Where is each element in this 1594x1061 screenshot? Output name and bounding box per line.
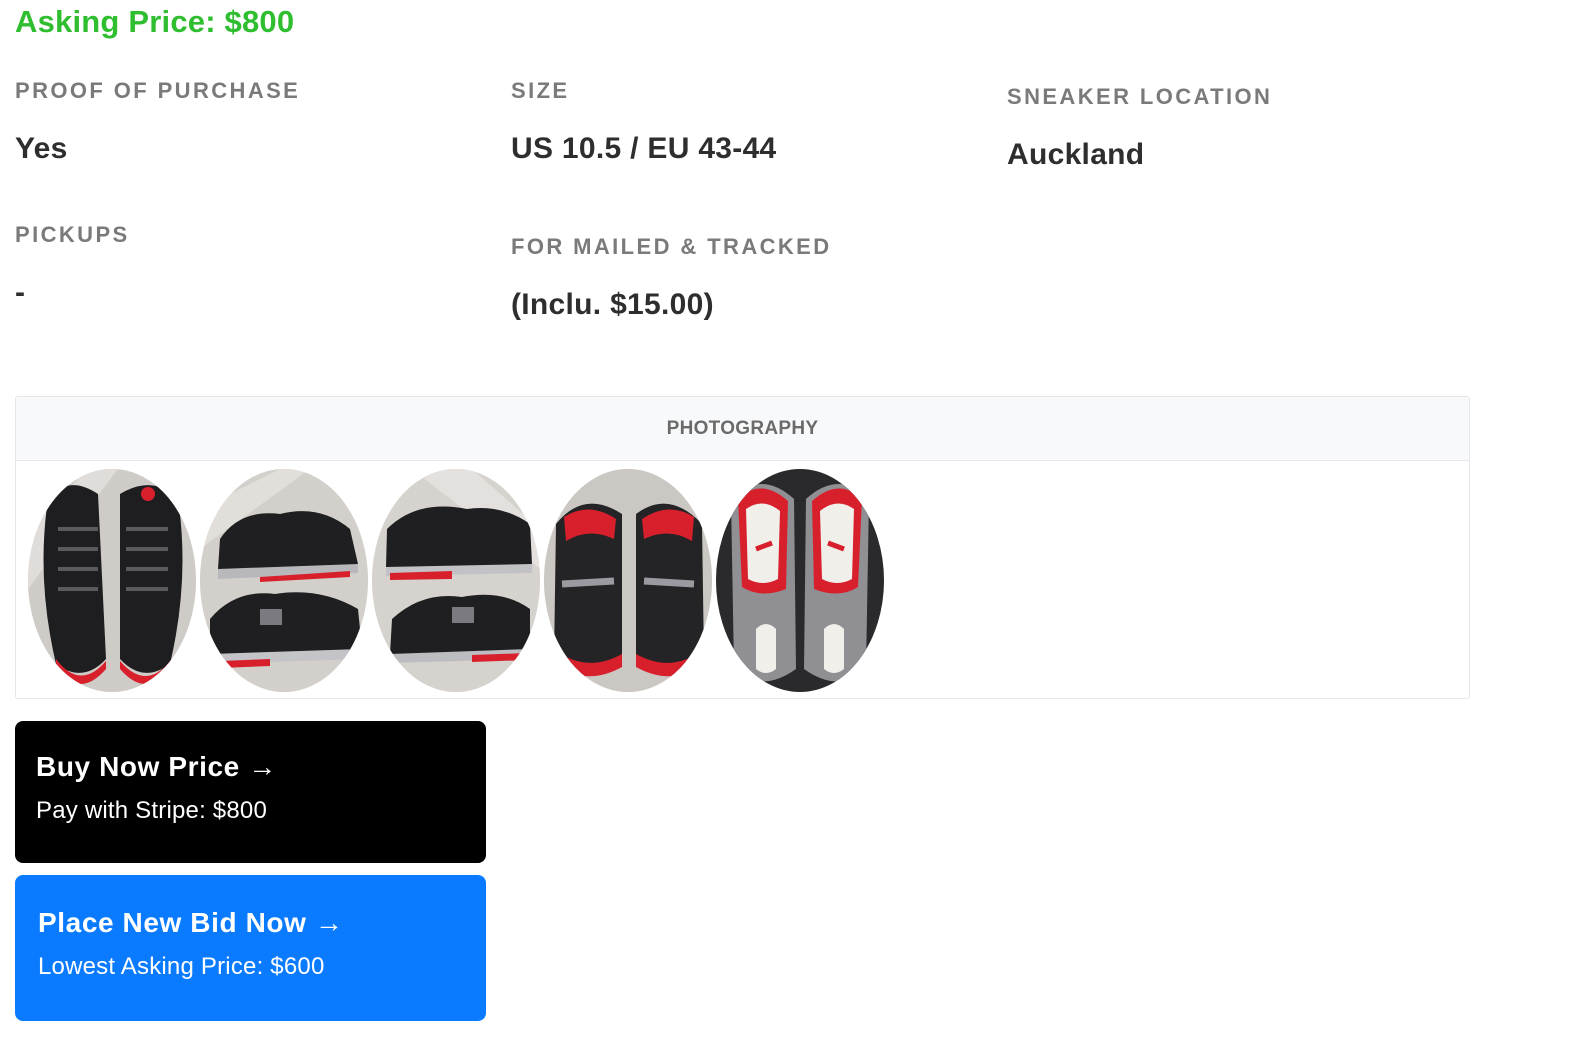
photo-gallery bbox=[28, 469, 884, 692]
photography-panel: PHOTOGRAPHY bbox=[15, 396, 1470, 699]
spec-pickups: PICKUPS - bbox=[15, 222, 130, 310]
sneakers-insole-view-photo[interactable] bbox=[716, 469, 884, 692]
place-bid-subtitle: Lowest Asking Price: $600 bbox=[38, 953, 325, 980]
buy-now-subtitle: Pay with Stripe: $800 bbox=[36, 797, 267, 824]
sneakers-side-view-2-photo[interactable] bbox=[372, 469, 540, 692]
sneakers-image bbox=[544, 469, 712, 692]
buy-now-button[interactable]: Buy Now Price → Pay with Stripe: $800 bbox=[15, 721, 486, 863]
spec-sneaker-location: SNEAKER LOCATION Auckland bbox=[1007, 84, 1272, 172]
sneakers-image bbox=[28, 469, 196, 692]
listing-page: Asking Price: $800 PROOF OF PURCHASE Yes… bbox=[0, 0, 1594, 1061]
sneakers-top-view-photo[interactable] bbox=[28, 469, 196, 692]
spec-label: FOR MAILED & TRACKED bbox=[511, 234, 832, 259]
sneakers-side-view-photo[interactable] bbox=[200, 469, 368, 692]
spec-value: US 10.5 / EU 43-44 bbox=[511, 132, 777, 165]
spec-value: (Inclu. $15.00) bbox=[511, 288, 714, 321]
spec-value: Auckland bbox=[1007, 138, 1145, 171]
spec-size: SIZE US 10.5 / EU 43-44 bbox=[511, 78, 777, 166]
spec-value: - bbox=[15, 276, 26, 309]
photography-title: PHOTOGRAPHY bbox=[16, 397, 1469, 461]
place-bid-button[interactable]: Place New Bid Now → Lowest Asking Price:… bbox=[15, 875, 486, 1021]
place-bid-title: Place New Bid Now → bbox=[38, 907, 344, 938]
spec-label: PICKUPS bbox=[15, 222, 130, 247]
sneakers-image bbox=[716, 469, 884, 692]
sneakers-image bbox=[372, 469, 540, 692]
spec-value: Yes bbox=[15, 132, 68, 165]
spec-proof-of-purchase: PROOF OF PURCHASE Yes bbox=[15, 78, 300, 166]
buy-now-title: Buy Now Price → bbox=[36, 751, 277, 782]
sneakers-heel-view-photo[interactable] bbox=[544, 469, 712, 692]
spec-mailed-tracked: FOR MAILED & TRACKED (Inclu. $15.00) bbox=[511, 234, 832, 322]
sneakers-image bbox=[200, 469, 368, 692]
asking-price: Asking Price: $800 bbox=[15, 4, 295, 39]
spec-label: SNEAKER LOCATION bbox=[1007, 84, 1273, 109]
spec-label: PROOF OF PURCHASE bbox=[15, 78, 301, 103]
spec-label: SIZE bbox=[511, 78, 570, 103]
